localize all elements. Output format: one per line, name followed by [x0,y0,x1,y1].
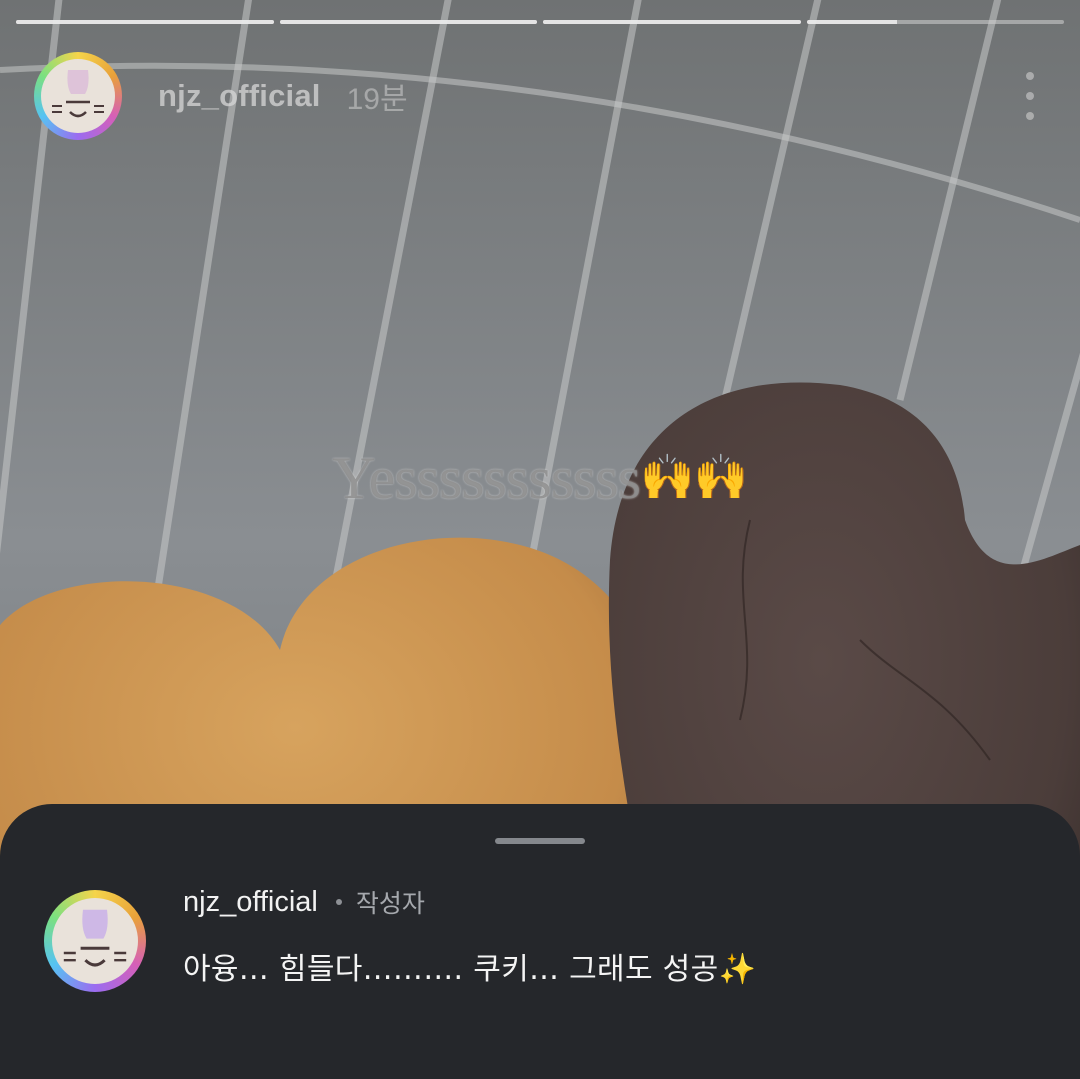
story-progress-bar [16,20,1064,25]
progress-segment [806,20,1064,24]
story-header: njz_official 19분 [34,52,1040,140]
story-caption-text: Yesssssssssss [332,445,641,511]
comment-item: njz_official 작성자 아융… 힘들다………. 쿠키… 그래도 성공✨ [44,886,1040,992]
njz-logo-icon [52,898,138,984]
header-avatar[interactable] [34,52,122,140]
comment-meta: njz_official 작성자 [183,882,756,922]
more-dot [1026,112,1034,120]
sheet-drag-handle[interactable] [495,838,585,844]
story-caption: Yesssssssssss🙌🙌 [0,444,1080,513]
comment-avatar[interactable] [44,890,146,992]
more-dot [1026,92,1034,100]
header-timestamp: 19분 [346,83,408,116]
story-viewer: njz_official 19분 Yesssssssssss🙌🙌 njz_off… [0,0,1080,1079]
header-username[interactable]: njz_official [158,78,321,114]
sparkles-emoji: ✨ [718,952,757,987]
more-options-icon[interactable] [1020,72,1040,120]
comment-body: njz_official 작성자 아융… 힘들다………. 쿠키… 그래도 성공✨ [183,882,756,992]
njz-logo-icon [41,59,115,133]
author-badge: 작성자 [355,889,425,918]
comment-username[interactable]: njz_official [183,886,318,919]
more-dot [1026,72,1034,80]
progress-segment [279,20,537,24]
separator-dot [335,899,342,905]
progress-segment [543,20,801,24]
comment-sheet: njz_official 작성자 아융… 힘들다………. 쿠키… 그래도 성공✨ [0,804,1080,1079]
progress-segment [16,20,274,24]
comment-message: 아융… 힘들다………. 쿠키… 그래도 성공 [183,952,719,987]
raised-hands-emoji: 🙌🙌 [640,452,749,503]
comment-text: 아융… 힘들다………. 쿠키… 그래도 성공✨ [183,944,756,988]
